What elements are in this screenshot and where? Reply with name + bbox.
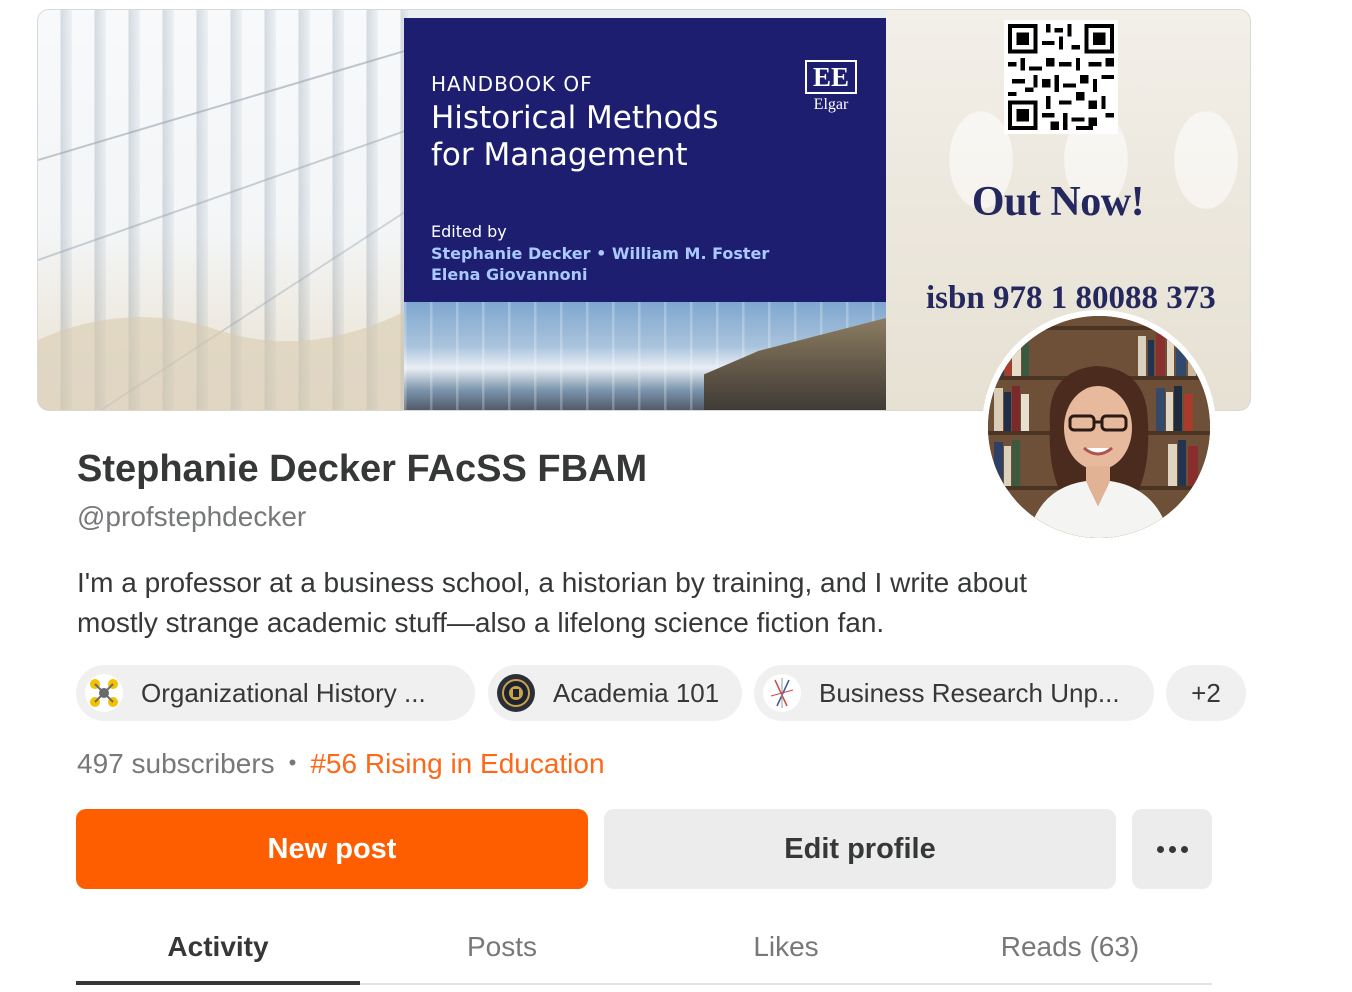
book-edited-by: Edited by (431, 222, 507, 241)
profile-handle: @profstephdecker (77, 501, 307, 532)
avatar-photo (988, 316, 1210, 538)
book-series: HANDBOOK OF (431, 72, 593, 96)
subscriber-count[interactable]: 497 subscribers (77, 748, 275, 779)
more-publications-chip[interactable]: +2 (1166, 665, 1246, 721)
tab-posts[interactable]: Posts (360, 915, 644, 983)
profile-tabs: Activity Posts Likes Reads (63) (76, 915, 1212, 985)
more-options-button[interactable] (1132, 809, 1212, 889)
network-logo-icon (85, 674, 123, 712)
profile-stats: 497 subscribers • #56 Rising in Education (77, 748, 605, 780)
seal-logo-icon (497, 674, 535, 712)
profile-name: Stephanie Decker FAcSS FBAM (77, 448, 648, 490)
lines-logo-icon (763, 674, 801, 712)
separator-dot: • (288, 750, 297, 775)
new-post-button[interactable]: New post (76, 809, 588, 889)
publication-chip-organizational-history[interactable]: Organizational History ... (76, 665, 475, 721)
publication-chip-academia-101[interactable]: Academia 101 (488, 665, 742, 721)
book-editors: Stephanie Decker • William M. Foster Ele… (431, 244, 770, 284)
book-title: Historical Methods for Management (431, 100, 719, 173)
publication-chip-label: Academia 101 (553, 677, 720, 708)
rising-rank-link[interactable]: #56 Rising in Education (310, 748, 604, 779)
out-now-text: Out Now! (971, 179, 1145, 225)
book-cover: HANDBOOK OF Historical Methods for Manag… (404, 18, 886, 410)
edit-profile-button[interactable]: Edit profile (604, 809, 1116, 889)
elgar-logo: EE Elgar (804, 60, 858, 120)
banner-glass-reflection-lines (38, 49, 408, 410)
qr-code-icon (1004, 20, 1118, 134)
ellipsis-icon (1156, 845, 1188, 853)
tab-likes[interactable]: Likes (644, 915, 928, 983)
profile-bio: I'm a professor at a business school, a … (77, 567, 1028, 638)
avatar[interactable] (982, 310, 1216, 544)
publication-chip-business-research[interactable]: Business Research Unp... (754, 665, 1154, 721)
publication-chip-label: Organizational History ... (141, 677, 426, 708)
tab-reads[interactable]: Reads (63) (928, 915, 1212, 983)
tab-activity[interactable]: Activity (76, 915, 360, 985)
publication-chip-label: Business Research Unp... (819, 677, 1120, 708)
